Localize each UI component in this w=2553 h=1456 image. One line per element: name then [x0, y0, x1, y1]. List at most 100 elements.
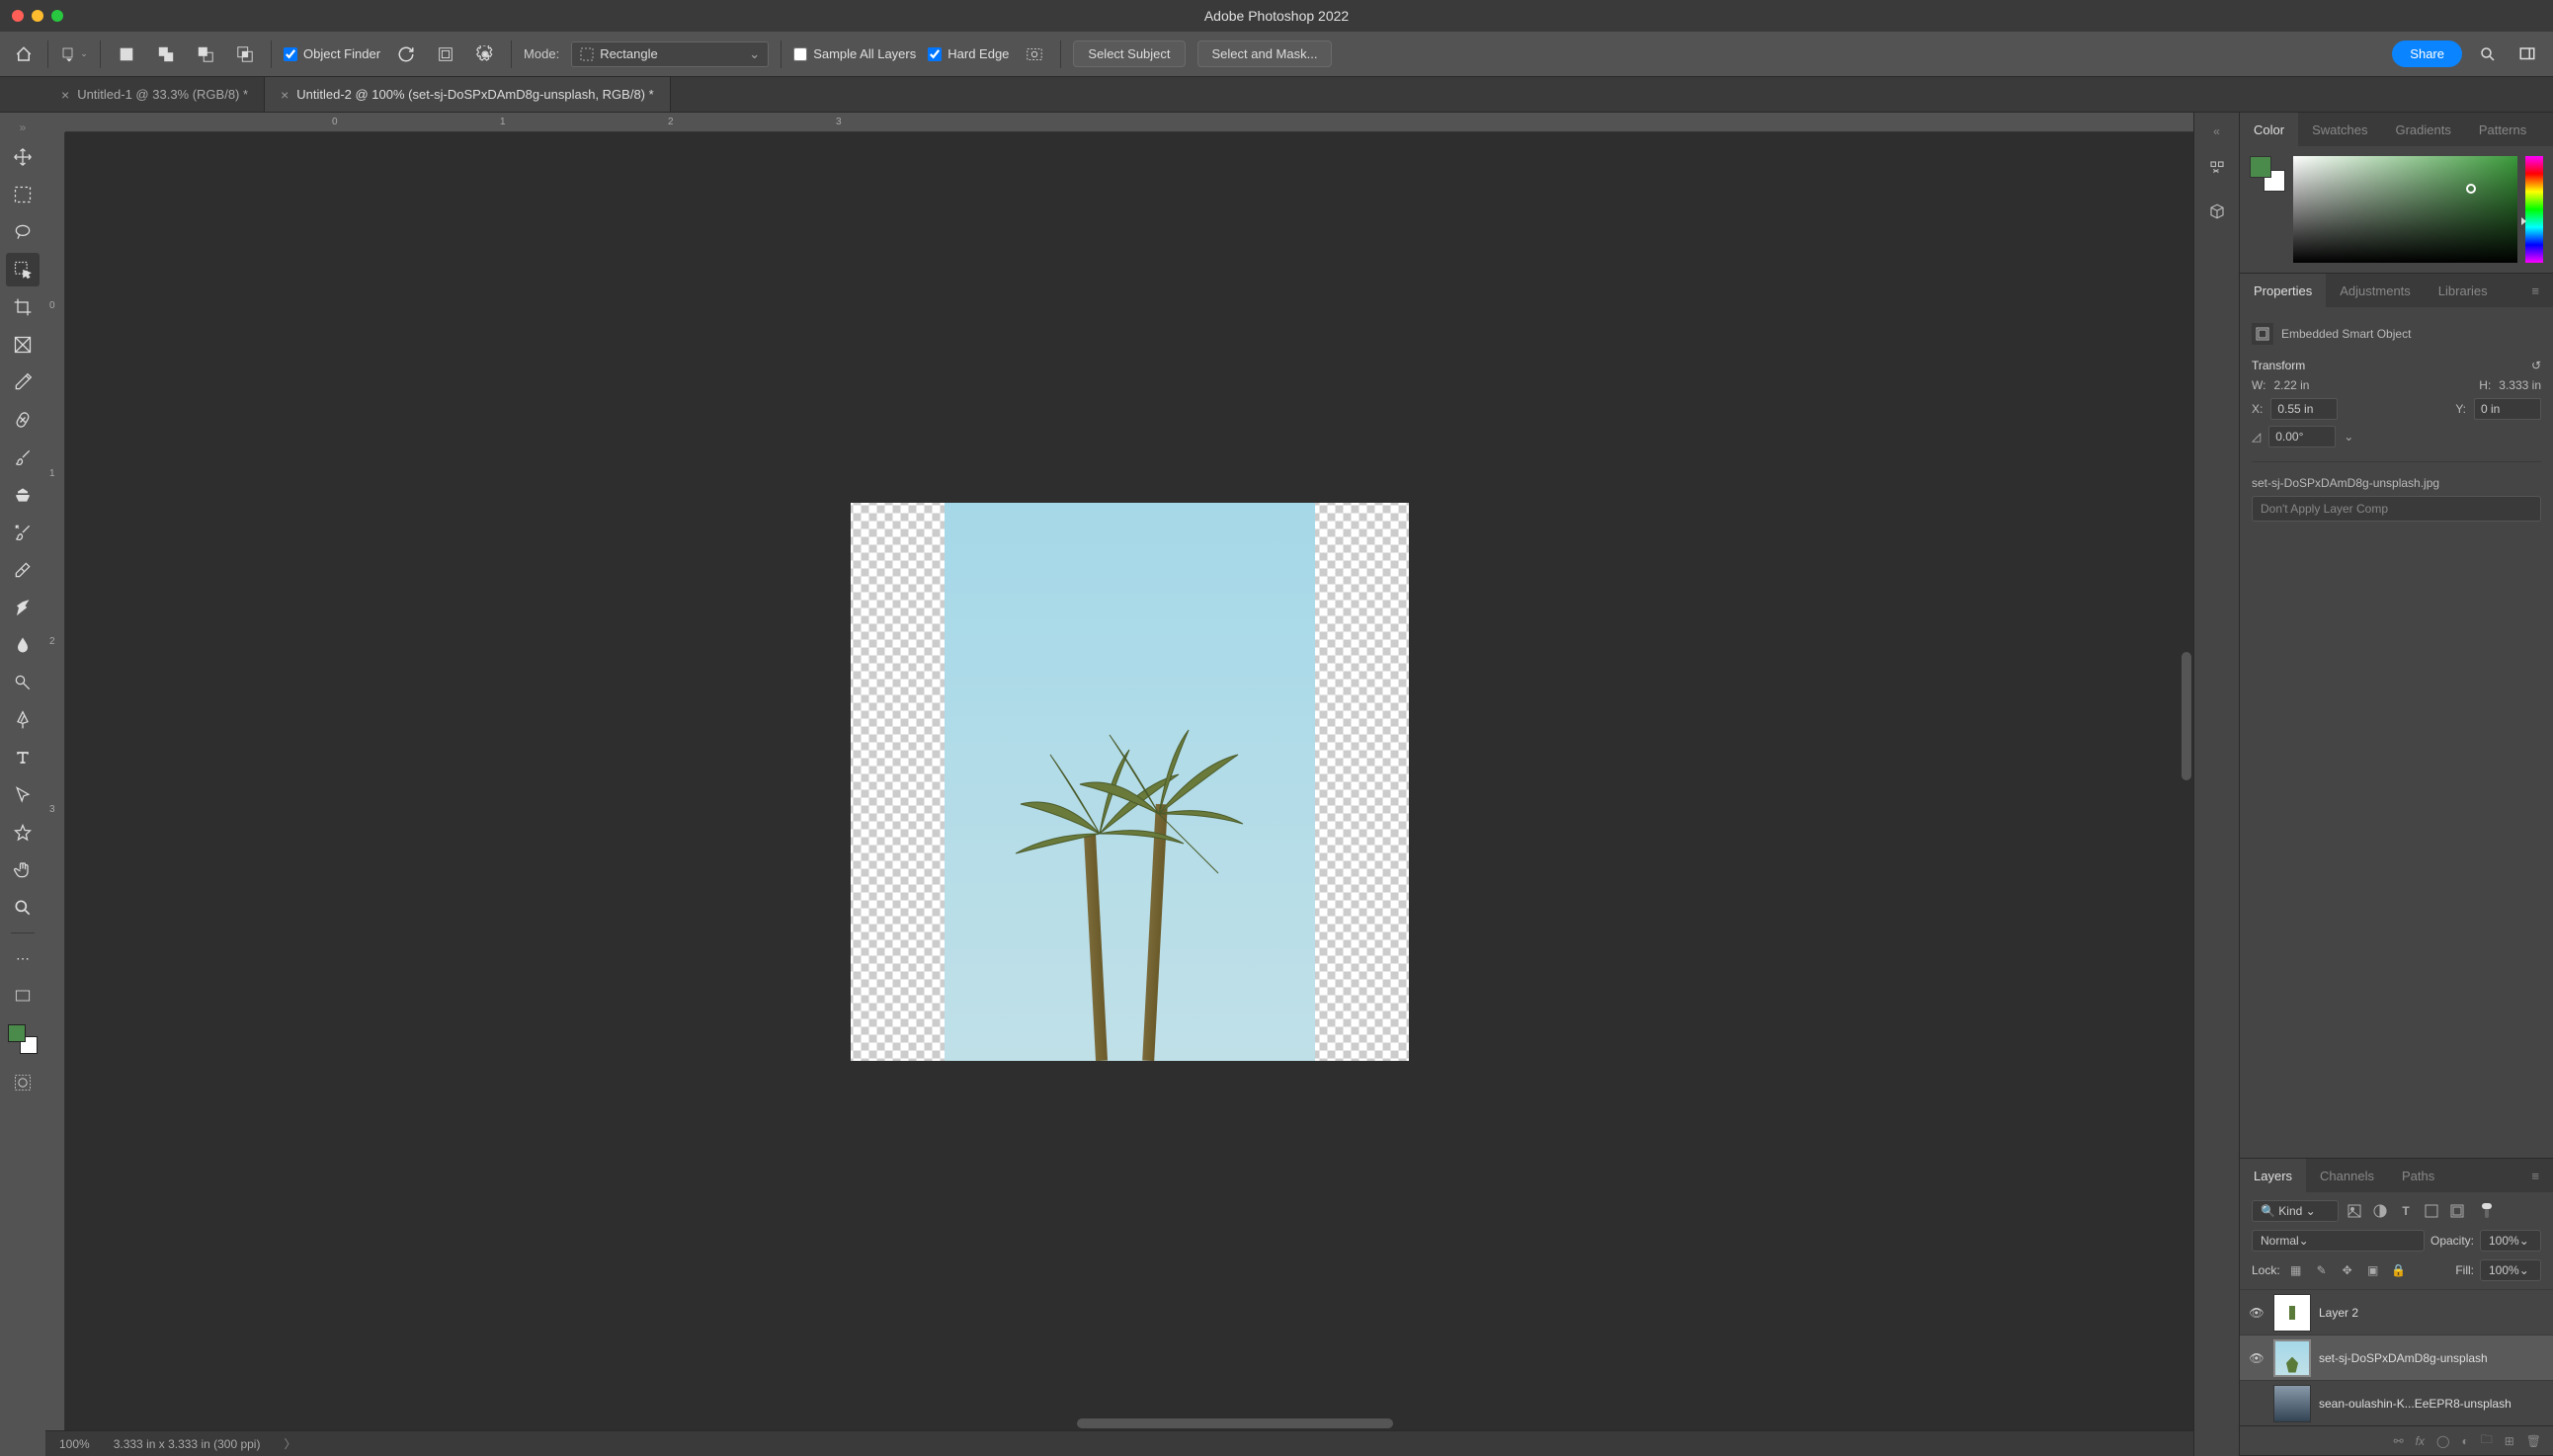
panel-menu-icon[interactable]: ≡ — [2517, 274, 2553, 307]
tab-swatches[interactable]: Swatches — [2298, 113, 2381, 146]
refresh-icon[interactable] — [392, 40, 420, 68]
mask-options-icon[interactable] — [1021, 40, 1048, 68]
fg-bg-swatches[interactable] — [2250, 156, 2285, 192]
gradient-tool[interactable] — [6, 591, 40, 624]
new-adjustment-icon[interactable]: ◐ — [2461, 1434, 2468, 1448]
pen-tool[interactable] — [6, 703, 40, 737]
filter-smartobject-icon[interactable] — [2447, 1201, 2467, 1221]
layer-thumbnail[interactable] — [2273, 1339, 2311, 1377]
panel-menu-icon[interactable]: ≡ — [2517, 1159, 2553, 1192]
path-selection-tool[interactable] — [6, 778, 40, 812]
object-selection-tool[interactable] — [6, 253, 40, 286]
layer-name[interactable]: sean-oulashin-K...EeEPR8-unsplash — [2319, 1397, 2512, 1411]
type-tool[interactable] — [6, 741, 40, 774]
add-mask-icon[interactable]: ◯ — [2436, 1434, 2449, 1448]
sample-all-layers-checkbox[interactable]: Sample All Layers — [793, 46, 916, 61]
quick-mask-toggle[interactable] — [6, 1066, 40, 1099]
tab-color[interactable]: Color — [2240, 113, 2298, 146]
vertical-scrollbar[interactable] — [2182, 652, 2191, 780]
maximize-window[interactable] — [51, 10, 63, 22]
visibility-toggle[interactable]: 👁 — [2248, 1306, 2265, 1320]
document-tab-2[interactable]: × Untitled-2 @ 100% (set-sj-DoSPxDAmD8g-… — [265, 77, 671, 112]
filter-pixel-icon[interactable] — [2345, 1201, 2364, 1221]
intersect-selection-icon[interactable] — [231, 40, 259, 68]
share-button[interactable]: Share — [2392, 40, 2462, 67]
tab-patterns[interactable]: Patterns — [2465, 113, 2540, 146]
shape-tool[interactable] — [6, 816, 40, 849]
foreground-color-chip[interactable] — [8, 1024, 26, 1042]
eyedropper-tool[interactable] — [6, 365, 40, 399]
history-brush-tool[interactable] — [6, 516, 40, 549]
horizontal-ruler[interactable]: 0 1 2 3 — [65, 113, 2193, 132]
frame-tool[interactable] — [6, 328, 40, 362]
brush-tool[interactable] — [6, 441, 40, 474]
home-button[interactable] — [12, 42, 36, 66]
status-chevron-icon[interactable]: 〉 — [284, 1435, 295, 1452]
canvas-viewport[interactable] — [65, 132, 2193, 1430]
tool-preset-picker[interactable]: ⌄ — [60, 40, 88, 68]
layer-name[interactable]: Layer 2 — [2319, 1306, 2358, 1320]
marquee-tool[interactable] — [6, 178, 40, 211]
opacity-input[interactable]: 100%⌄ — [2480, 1230, 2541, 1252]
tab-channels[interactable]: Channels — [2306, 1159, 2388, 1192]
hue-slider[interactable] — [2525, 156, 2543, 263]
minimize-window[interactable] — [32, 10, 43, 22]
fill-input[interactable]: 100%⌄ — [2480, 1259, 2541, 1281]
layer-thumbnail[interactable] — [2273, 1385, 2311, 1422]
move-tool[interactable] — [6, 140, 40, 174]
color-field[interactable] — [2293, 156, 2517, 263]
vertical-ruler[interactable]: 0 1 2 3 — [45, 132, 65, 1430]
tab-paths[interactable]: Paths — [2388, 1159, 2448, 1192]
clone-stamp-tool[interactable] — [6, 478, 40, 512]
eraser-tool[interactable] — [6, 553, 40, 587]
panel-menu-icon[interactable]: ≡ — [2540, 113, 2553, 146]
hard-edge-checkbox[interactable]: Hard Edge — [928, 46, 1009, 61]
layer-comp-select[interactable]: Don't Apply Layer Comp — [2252, 496, 2541, 522]
zoom-level[interactable]: 100% — [59, 1437, 90, 1451]
workspace-icon[interactable] — [2513, 40, 2541, 68]
lock-position-icon[interactable]: ✥ — [2338, 1260, 2357, 1280]
delete-layer-icon[interactable]: 🗑 — [2526, 1434, 2541, 1448]
new-layer-icon[interactable]: ⊞ — [2505, 1434, 2514, 1448]
select-subject-button[interactable]: Select Subject — [1073, 40, 1185, 67]
layer-filter-kind[interactable]: 🔍 Kind ⌄ — [2252, 1200, 2339, 1222]
edit-toolbar[interactable]: ⋯ — [6, 941, 40, 975]
layer-item[interactable]: sean-oulashin-K...EeEPR8-unsplash — [2240, 1380, 2553, 1425]
tab-adjustments[interactable]: Adjustments — [2326, 274, 2425, 307]
blend-mode-select[interactable]: Normal⌄ — [2252, 1230, 2425, 1252]
object-finder-checkbox[interactable]: Object Finder — [284, 46, 380, 61]
layer-item[interactable]: 👁 Layer 2 — [2240, 1289, 2553, 1335]
lasso-tool[interactable] — [6, 215, 40, 249]
toolbar-collapse[interactable]: » — [0, 119, 45, 136]
tab-layers[interactable]: Layers — [2240, 1159, 2306, 1192]
new-selection-icon[interactable] — [113, 40, 140, 68]
x-input[interactable] — [2270, 398, 2338, 420]
link-layers-icon[interactable]: ⚯ — [2394, 1434, 2404, 1448]
healing-brush-tool[interactable] — [6, 403, 40, 437]
select-and-mask-button[interactable]: Select and Mask... — [1197, 40, 1333, 67]
document-size[interactable]: 3.333 in x 3.333 in (300 ppi) — [114, 1437, 261, 1451]
visibility-toggle[interactable]: 👁 — [2248, 1351, 2265, 1365]
reset-transform-icon[interactable]: ↺ — [2531, 359, 2541, 372]
height-value[interactable]: 3.333 in — [2499, 378, 2541, 392]
screen-mode[interactable] — [6, 979, 40, 1012]
tab-libraries[interactable]: Libraries — [2425, 274, 2502, 307]
filter-type-icon[interactable]: T — [2396, 1201, 2416, 1221]
layer-fx-icon[interactable]: fx — [2416, 1434, 2425, 1448]
mode-select[interactable]: Rectangle ⌄ — [571, 41, 769, 67]
subtract-selection-icon[interactable] — [192, 40, 219, 68]
hue-indicator[interactable] — [2521, 217, 2526, 225]
canvas-document[interactable] — [851, 503, 1409, 1061]
color-swatches-toolbar[interactable] — [8, 1024, 38, 1054]
tab-gradients[interactable]: Gradients — [2381, 113, 2464, 146]
close-tab-icon[interactable]: × — [281, 87, 288, 103]
ruler-corner[interactable] — [45, 113, 65, 132]
zoom-tool[interactable] — [6, 891, 40, 925]
filter-shape-icon[interactable] — [2422, 1201, 2441, 1221]
document-tab-1[interactable]: × Untitled-1 @ 33.3% (RGB/8) * — [45, 77, 265, 112]
lock-all-icon[interactable]: 🔒 — [2389, 1260, 2409, 1280]
close-tab-icon[interactable]: × — [61, 87, 69, 103]
fg-swatch[interactable] — [2250, 156, 2271, 178]
options-gear-icon[interactable] — [471, 40, 499, 68]
hand-tool[interactable] — [6, 853, 40, 887]
